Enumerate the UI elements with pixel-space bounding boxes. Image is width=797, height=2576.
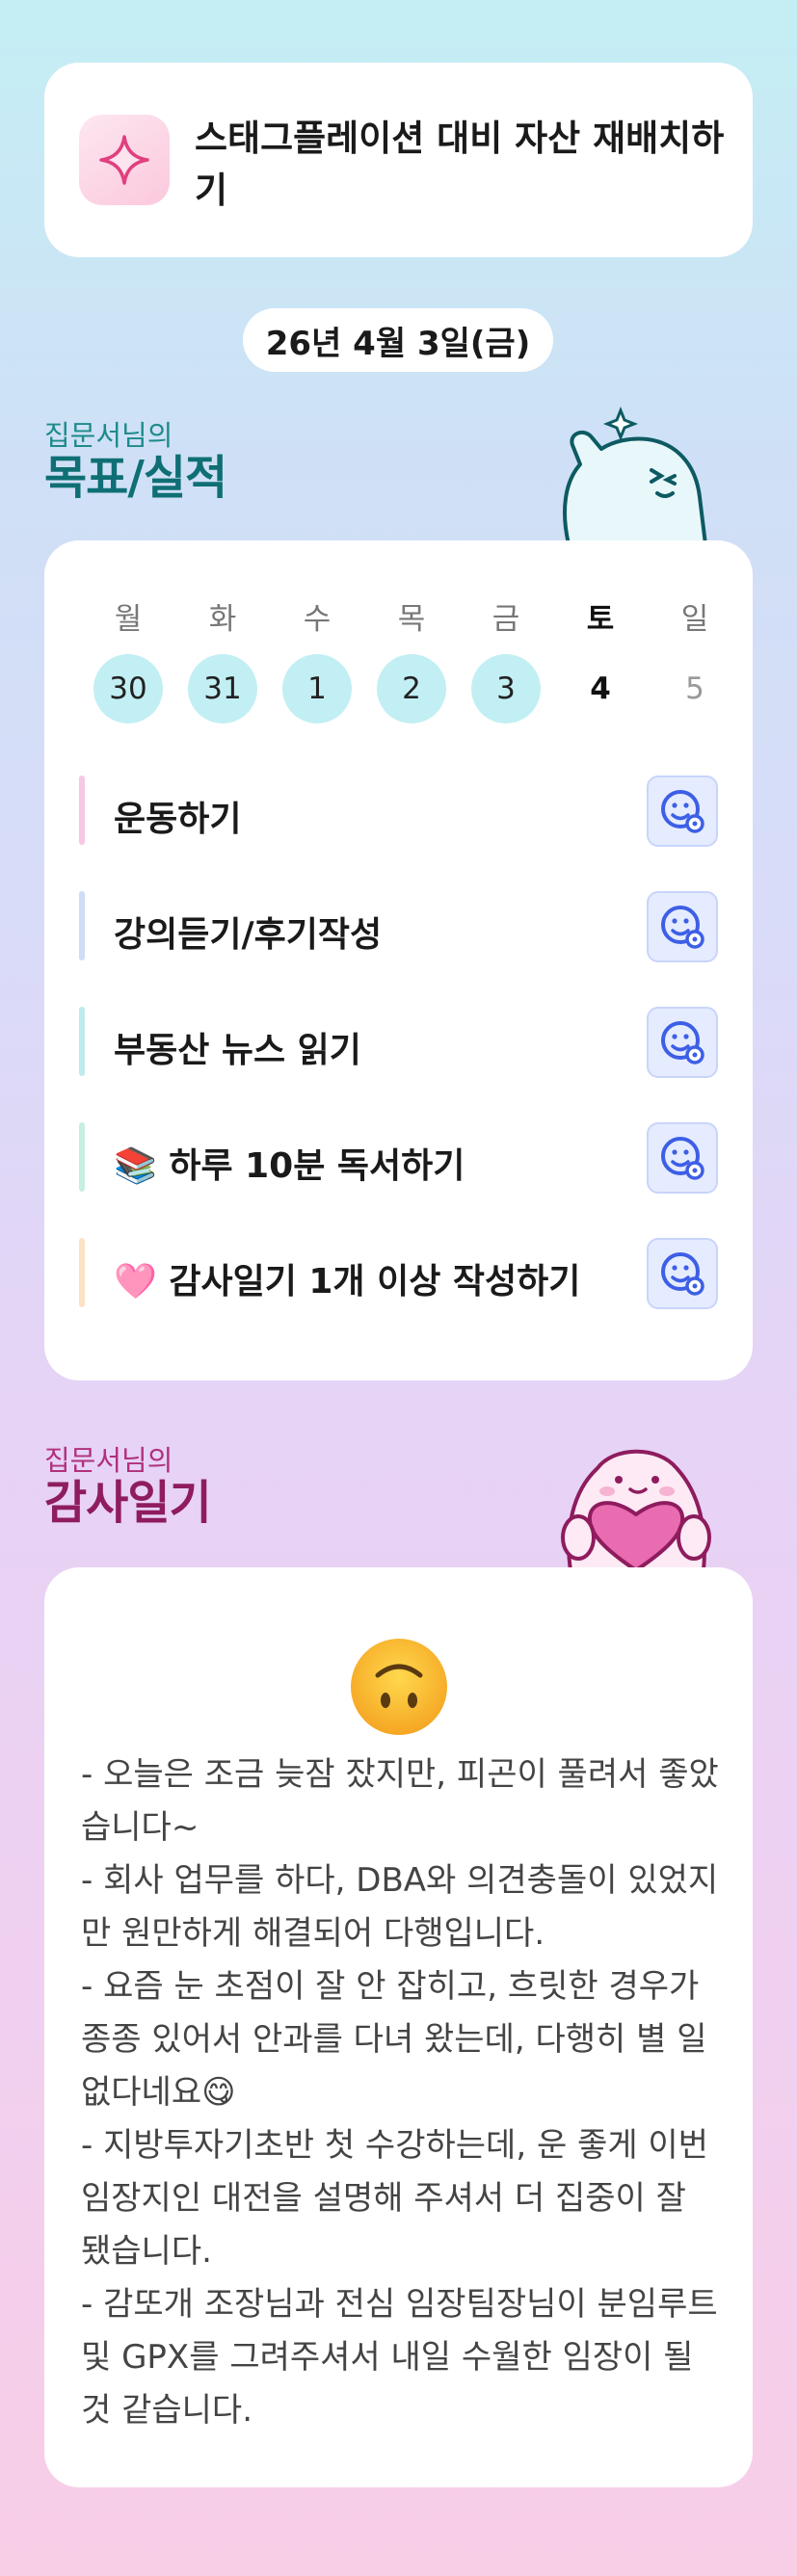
goal-color-bar [79, 1238, 85, 1307]
goal-color-bar [79, 775, 85, 845]
gratitude-owner-label: 집문서님의 [44, 1444, 173, 1477]
gratitude-card: - 오늘은 조금 늦잠 잤지만, 피곤이 풀려서 좋았습니다~ - 회사 업무를… [44, 1567, 753, 2487]
goal-row-news[interactable]: 부동산 뉴스 읽기 [79, 1005, 718, 1078]
add-mood-icon[interactable] [647, 1122, 718, 1194]
goal-label: 🩷 감사일기 1개 이상 작성하기 [114, 1262, 581, 1301]
gratitude-title: 감사일기 [44, 1476, 212, 1530]
add-mood-icon[interactable] [647, 775, 718, 847]
goal-row-reading[interactable]: 📚 하루 10분 독서하기 [79, 1120, 718, 1194]
week-dates: 30 31 1 2 3 4 5 [81, 654, 742, 723]
goals-card: 월 화 수 목 금 토 일 30 31 1 2 3 4 5 운동하기 강의듣기/… [44, 540, 753, 1380]
date-cell-fri[interactable]: 3 [471, 654, 541, 723]
weekday-mon: 월 [114, 602, 143, 637]
date-pill[interactable]: 26년 4월 3일(금) [243, 308, 553, 372]
date-cell-sun[interactable]: 5 [660, 654, 730, 723]
goals-owner-label: 집문서님의 [44, 419, 173, 452]
goals-section-heading: 집문서님의 목표/실적 [44, 419, 227, 505]
date-cell-wed[interactable]: 1 [282, 654, 352, 723]
goal-color-bar [79, 1007, 85, 1076]
goal-label: 📚 하루 10분 독서하기 [114, 1146, 465, 1186]
weekday-sun: 일 [680, 602, 709, 637]
upside-down-face-icon [349, 1637, 449, 1737]
date-cell-tue[interactable]: 31 [188, 654, 257, 723]
mascot-cheer-icon [551, 405, 715, 548]
weekday-thu: 목 [397, 602, 426, 637]
weekday-wed: 수 [303, 602, 332, 637]
notice-card[interactable]: 스태그플레이션 대비 자산 재배치하기 [44, 63, 753, 257]
goal-color-bar [79, 891, 85, 960]
weekday-fri: 금 [491, 602, 520, 637]
gratitude-section-heading: 집문서님의 감사일기 [44, 1444, 212, 1530]
goal-label: 부동산 뉴스 읽기 [114, 1031, 361, 1070]
add-mood-icon[interactable] [647, 1238, 718, 1309]
goal-label: 강의듣기/후기작성 [114, 915, 383, 955]
date-cell-mon[interactable]: 30 [93, 654, 163, 723]
weekday-sat: 토 [586, 602, 615, 637]
goal-color-bar [79, 1122, 85, 1192]
date-cell-thu[interactable]: 2 [377, 654, 446, 723]
sparkle-icon [79, 115, 170, 205]
weekday-header: 월 화 수 목 금 토 일 [81, 594, 742, 638]
notice-title: 스태그플레이션 대비 자산 재배치하기 [195, 118, 725, 211]
goal-row-lecture[interactable]: 강의듣기/후기작성 [79, 889, 718, 962]
weekday-tue: 화 [208, 602, 237, 637]
add-mood-icon[interactable] [647, 891, 718, 962]
goal-row-gratitude[interactable]: 🩷 감사일기 1개 이상 작성하기 [79, 1236, 718, 1309]
goals-title: 목표/실적 [44, 451, 227, 505]
gratitude-text: - 오늘은 조금 늦잠 잤지만, 피곤이 풀려서 좋았습니다~ - 회사 업무를… [81, 1755, 719, 2430]
date-cell-sat[interactable]: 4 [566, 654, 635, 723]
goal-row-exercise[interactable]: 운동하기 [79, 774, 718, 847]
add-mood-icon[interactable] [647, 1007, 718, 1078]
mascot-heart-icon [549, 1433, 723, 1574]
goal-label: 운동하기 [114, 800, 242, 839]
